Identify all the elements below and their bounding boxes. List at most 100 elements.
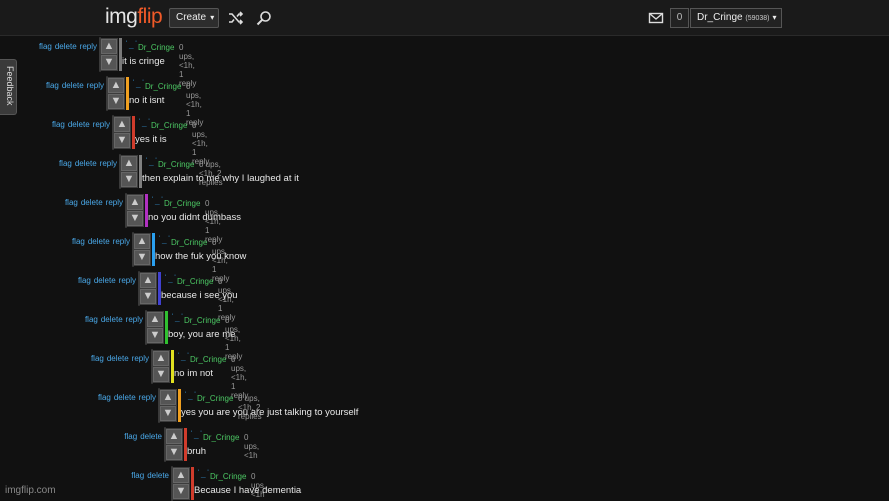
comment-reply-link[interactable]: reply	[100, 159, 117, 168]
comment-delete-link[interactable]: delete	[81, 198, 103, 207]
comment: ▲ ▼ ˙_˙ Dr_Cringe 0 ups, <1h, 1 reply it is c…	[39, 37, 196, 88]
comment-flag-link[interactable]: flag	[131, 471, 144, 480]
comment-actions: flag delete	[121, 432, 162, 441]
comment-text: it is cringe	[122, 56, 165, 67]
downvote-icon[interactable]: ▼	[153, 367, 169, 382]
comment-delete-link[interactable]: delete	[147, 471, 169, 480]
comment-flag-link[interactable]: flag	[65, 198, 78, 207]
comment-username[interactable]: Dr_Cringe	[177, 277, 213, 286]
vote-controls: ▲ ▼	[152, 350, 170, 383]
downvote-icon[interactable]: ▼	[147, 328, 163, 343]
comment-actions: flag delete reply	[82, 315, 143, 324]
comment-username[interactable]: Dr_Cringe	[171, 238, 207, 247]
upvote-icon[interactable]: ▲	[134, 234, 150, 249]
comment-delete-link[interactable]: delete	[62, 81, 84, 90]
comment-actions: flag delete reply	[75, 276, 136, 285]
comment-flag-link[interactable]: flag	[59, 159, 72, 168]
downvote-icon[interactable]: ▼	[166, 445, 182, 460]
comment-username[interactable]: Dr_Cringe	[145, 82, 181, 91]
comment-reply-link[interactable]: reply	[106, 198, 123, 207]
user-avatar-icon: ˙_˙	[124, 40, 139, 49]
comment-flag-link[interactable]: flag	[98, 393, 111, 402]
upvote-icon[interactable]: ▲	[153, 351, 169, 366]
downvote-icon[interactable]: ▼	[114, 133, 130, 148]
mail-icon[interactable]	[648, 10, 664, 26]
comment-username[interactable]: Dr_Cringe	[190, 355, 226, 364]
comment-username[interactable]: Dr_Cringe	[138, 43, 174, 52]
user-points: (59038)	[745, 15, 770, 22]
comment-meta: 0 ups, <1h	[244, 433, 260, 460]
upvote-icon[interactable]: ▲	[160, 390, 176, 405]
search-icon[interactable]	[256, 10, 272, 26]
comment-username[interactable]: Dr_Cringe	[210, 472, 246, 481]
comment-reply-link[interactable]: reply	[93, 120, 110, 129]
comment-reply-link[interactable]: reply	[132, 354, 149, 363]
comment-flag-link[interactable]: flag	[91, 354, 104, 363]
comment-flag-link[interactable]: flag	[72, 237, 85, 246]
comment-flag-link[interactable]: flag	[85, 315, 98, 324]
comment-flag-link[interactable]: flag	[46, 81, 59, 90]
comment-reply-link[interactable]: reply	[87, 81, 104, 90]
comment-reply-link[interactable]: reply	[126, 315, 143, 324]
upvote-icon[interactable]: ▲	[101, 39, 117, 54]
comment-flag-link[interactable]: flag	[124, 432, 137, 441]
downvote-icon[interactable]: ▼	[121, 172, 137, 187]
comment-reply-link[interactable]: reply	[139, 393, 156, 402]
username-label: Dr_Cringe	[697, 12, 743, 23]
comment-username[interactable]: Dr_Cringe	[197, 394, 233, 403]
downvote-icon[interactable]: ▼	[127, 211, 143, 226]
comment-username[interactable]: Dr_Cringe	[203, 433, 239, 442]
comment-username[interactable]: Dr_Cringe	[158, 160, 194, 169]
downvote-icon[interactable]: ▼	[101, 55, 117, 70]
user-menu-button[interactable]: Dr_Cringe (59038) ▾	[690, 8, 782, 28]
comment-delete-link[interactable]: delete	[114, 393, 136, 402]
downvote-icon[interactable]: ▼	[108, 94, 124, 109]
comment-actions: flag delete reply	[43, 81, 104, 90]
comment-username[interactable]: Dr_Cringe	[151, 121, 187, 130]
comment-delete-link[interactable]: delete	[88, 237, 110, 246]
upvote-icon[interactable]: ▲	[121, 156, 137, 171]
comment: ▲ ▼ ˙_˙ Dr_Cringe 0 ups, <1h, 1 reply no it i…	[46, 76, 203, 127]
create-label: Create	[176, 12, 207, 23]
comment-username[interactable]: Dr_Cringe	[184, 316, 220, 325]
imgflip-logo[interactable]: imgflip	[105, 5, 163, 29]
comment-reply-link[interactable]: reply	[119, 276, 136, 285]
watermark: imgflip.com	[5, 485, 56, 496]
comment-text: no it isnt	[129, 95, 165, 106]
user-avatar-icon: ˙_˙	[163, 274, 178, 283]
upvote-icon[interactable]: ▲	[108, 78, 124, 93]
comment-flag-link[interactable]: flag	[39, 42, 52, 51]
shuffle-icon[interactable]	[228, 10, 244, 26]
comment-delete-link[interactable]: delete	[101, 315, 123, 324]
comment-delete-link[interactable]: delete	[75, 159, 97, 168]
comment-reply-link[interactable]: reply	[113, 237, 130, 246]
create-button[interactable]: Create ▾	[169, 8, 219, 28]
downvote-icon[interactable]: ▼	[140, 289, 156, 304]
comment: ▲ ▼ ˙_˙ Dr_Cringe 0 ups, <1h Because I have d…	[131, 466, 301, 501]
user-avatar-icon: ˙_˙	[137, 118, 152, 127]
upvote-icon[interactable]: ▲	[166, 429, 182, 444]
comment-delete-link[interactable]: delete	[107, 354, 129, 363]
vote-controls: ▲ ▼	[126, 194, 144, 227]
comment: ▲ ▼ ˙_˙ Dr_Cringe 0 ups, <1h, 1 reply because…	[78, 271, 238, 322]
comment-delete-link[interactable]: delete	[55, 42, 77, 51]
comment-flag-link[interactable]: flag	[78, 276, 91, 285]
comment-delete-link[interactable]: delete	[140, 432, 162, 441]
upvote-icon[interactable]: ▲	[147, 312, 163, 327]
downvote-icon[interactable]: ▼	[173, 484, 189, 499]
comment-username[interactable]: Dr_Cringe	[164, 199, 200, 208]
chevron-down-icon: ▾	[208, 13, 215, 22]
comment-delete-link[interactable]: delete	[68, 120, 90, 129]
upvote-icon[interactable]: ▲	[140, 273, 156, 288]
comment-flag-link[interactable]: flag	[52, 120, 65, 129]
feedback-tab[interactable]: Feedback	[0, 59, 17, 115]
downvote-icon[interactable]: ▼	[160, 406, 176, 421]
comment-actions: flag delete	[128, 471, 169, 480]
upvote-icon[interactable]: ▲	[127, 195, 143, 210]
notification-count[interactable]: 0	[670, 8, 689, 28]
upvote-icon[interactable]: ▲	[114, 117, 130, 132]
downvote-icon[interactable]: ▼	[134, 250, 150, 265]
comment-reply-link[interactable]: reply	[80, 42, 97, 51]
comment-delete-link[interactable]: delete	[94, 276, 116, 285]
upvote-icon[interactable]: ▲	[173, 468, 189, 483]
